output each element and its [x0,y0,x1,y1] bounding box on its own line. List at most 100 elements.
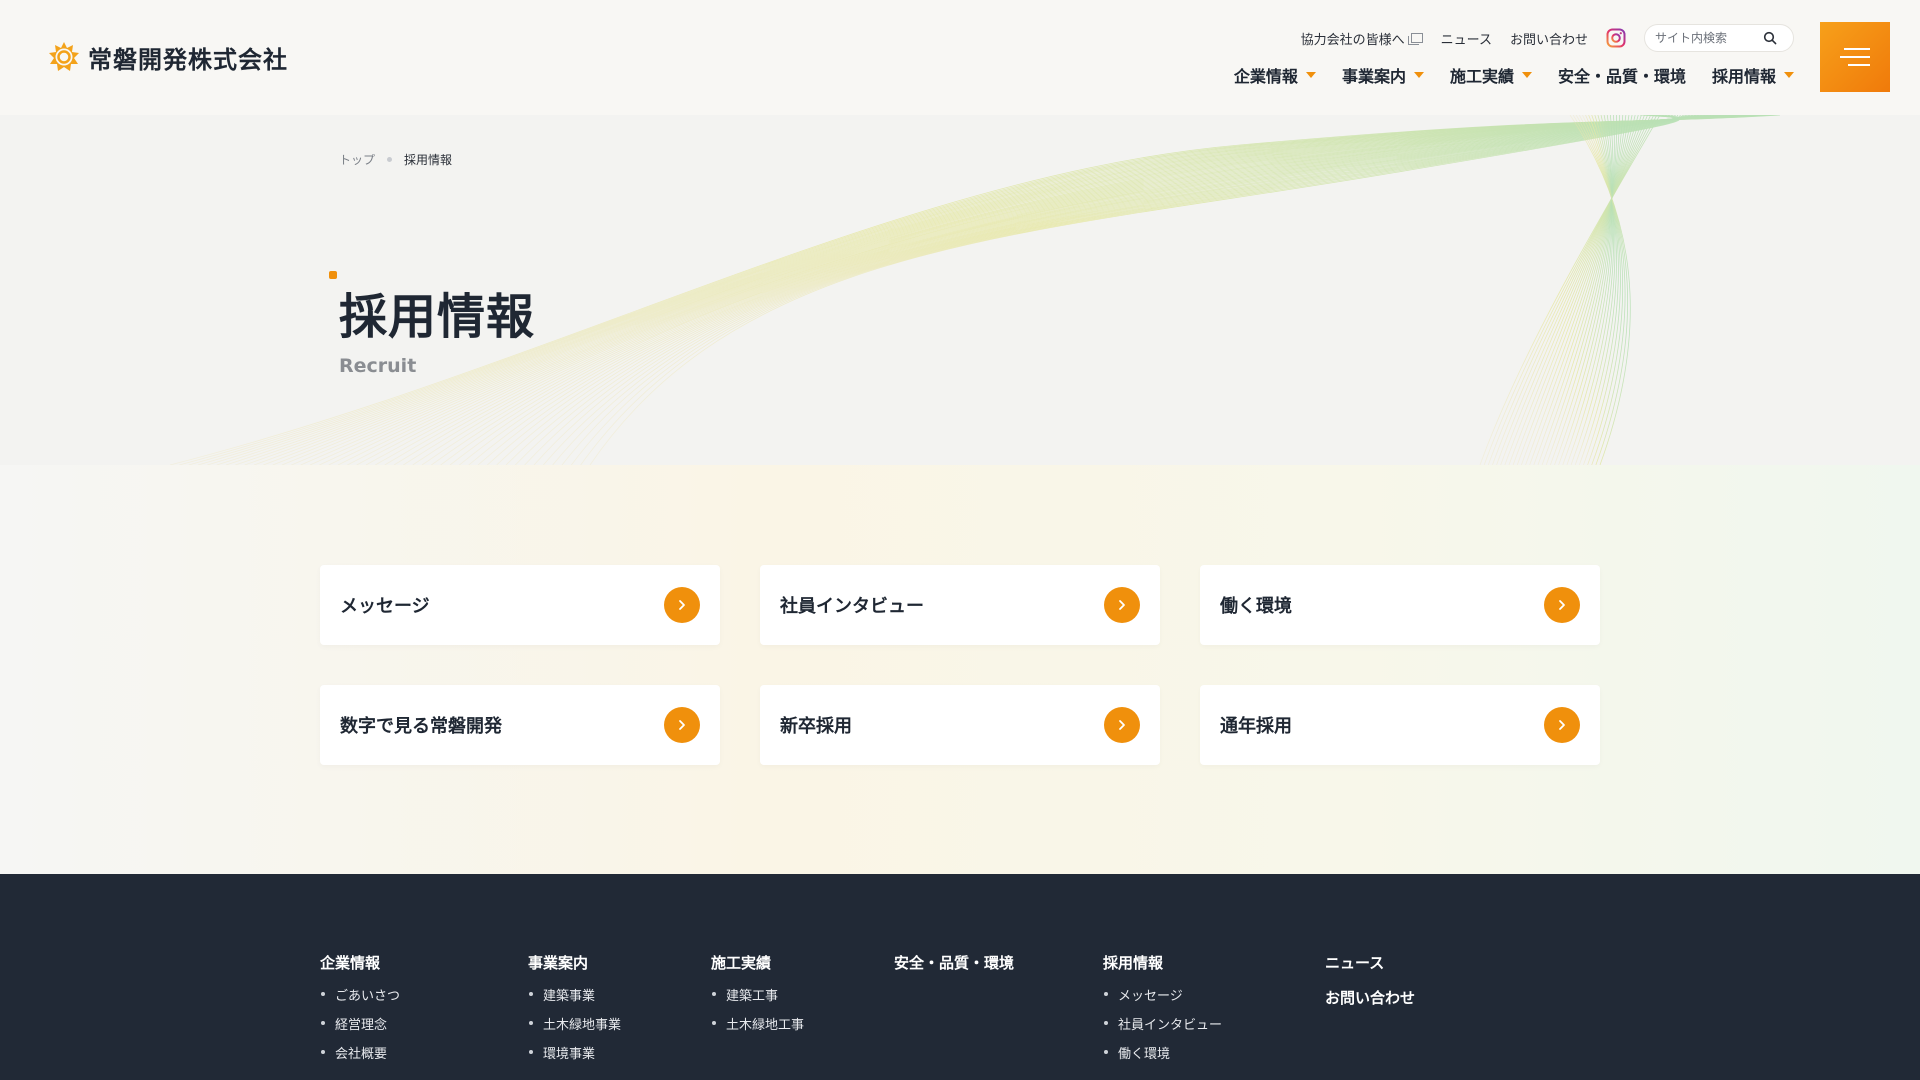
hero-wave-line [431,115,1693,465]
footer-link[interactable]: 会社概要 [320,1043,400,1062]
breadcrumb-home-link[interactable]: トップ [339,151,375,168]
footer-heading[interactable]: 採用情報 [1103,952,1222,973]
external-window-icon [1407,33,1423,45]
footer-list: ごあいさつ 経営理念 会社概要 [320,985,400,1062]
hamburger-menu-button[interactable] [1820,22,1890,92]
title-accent-dot [329,271,337,279]
card-new-graduate[interactable]: 新卒採用 [760,685,1160,765]
partners-link[interactable]: 協力会社の皆様へ [1301,29,1423,48]
footer-link[interactable]: メッセージ [1103,985,1222,1004]
recruit-card-grid: メッセージ 社員インタビュー 働く環境 数字で見る常磐開発 新卒採用 通年採用 [320,565,1600,765]
nav-works-label: 施工実績 [1449,67,1514,86]
footer-link[interactable]: 環境事業 [528,1043,621,1062]
footer-list: メッセージ 社員インタビュー 働く環境 [1103,985,1222,1062]
footer-news-link[interactable]: ニュース [1325,952,1415,973]
utility-nav: 協力会社の皆様へ ニュース お問い合わせ [1301,24,1794,52]
hero-wave-line [403,115,1703,465]
instagram-icon [1606,28,1626,48]
hero-wave-line [468,115,1681,465]
nav-company[interactable]: 企業情報 [1234,63,1316,87]
card-label: メッセージ [340,596,430,617]
hamburger-line [1848,64,1870,66]
footer-contact-link[interactable]: お問い合わせ [1325,987,1415,1008]
caret-down-icon [1521,72,1532,78]
breadcrumb-current: 採用情報 [404,153,453,167]
caret-down-icon [1413,72,1424,78]
main-nav: 企業情報 事業案内 施工実績 安全・品質・環境 採用情報 [1234,62,1794,88]
hamburger-line [1840,56,1870,58]
card-label: 社員インタビュー [780,596,924,617]
site-logo[interactable]: 常磐開発株式会社 [48,38,288,76]
card-numbers[interactable]: 数字で見る常磐開発 [320,685,720,765]
card-environment[interactable]: 働く環境 [1200,565,1600,645]
card-label: 働く環境 [1220,596,1292,617]
breadcrumb-separator [387,157,393,162]
hamburger-line [1844,48,1870,50]
hero-wave-line [356,115,1718,465]
card-label: 新卒採用 [780,716,852,737]
hero-wave-line [496,115,1677,465]
footer-link[interactable]: 社員インタビュー [1103,1014,1222,1033]
nav-safety-label: 安全・品質・環境 [1557,67,1686,86]
nav-business[interactable]: 事業案内 [1342,63,1424,87]
site-header: 常磐開発株式会社 協力会社の皆様へ ニュース お問い合わせ サイト内検索 企業情… [0,0,1920,115]
contact-link[interactable]: お問い合わせ [1510,29,1588,48]
footer-list: 建築事業 土木緑地事業 環境事業 [528,985,621,1062]
card-year-round[interactable]: 通年採用 [1200,685,1600,765]
nav-safety[interactable]: 安全・品質・環境 [1558,63,1686,87]
card-message[interactable]: メッセージ [320,565,720,645]
logo-sun-icon [49,42,79,71]
page-subtitle: Recruit [339,355,417,377]
footer-heading[interactable]: 事業案内 [528,952,621,973]
search-input[interactable] [1655,31,1763,45]
hero-wave-line [347,115,1721,465]
nav-works[interactable]: 施工実績 [1450,63,1532,87]
footer-heading[interactable]: 企業情報 [320,952,400,973]
footer-heading[interactable]: 施工実績 [711,952,804,973]
hero-wave-line [412,115,1700,465]
nav-business-label: 事業案内 [1341,67,1406,86]
card-label: 通年採用 [1220,716,1292,737]
page-hero: トップ 採用情報 採用情報 Recruit [0,115,1920,465]
instagram-link[interactable] [1606,28,1626,48]
hero-wave-line [328,115,1728,465]
card-interview[interactable]: 社員インタビュー [760,565,1160,645]
page-title: 採用情報 [339,289,536,345]
chevron-right-icon [1104,707,1140,743]
footer-col-company: 企業情報 ごあいさつ 経営理念 会社概要 [320,952,400,1072]
footer-link[interactable]: 経営理念 [320,1014,400,1033]
nav-recruit-label: 採用情報 [1711,67,1776,86]
logo-text: 常磐開発株式会社 [88,45,288,74]
footer-heading[interactable]: 安全・品質・環境 [894,952,1014,973]
chevron-right-icon [664,707,700,743]
footer-link[interactable]: ごあいさつ [320,985,400,1004]
footer-link[interactable]: 建築工事 [711,985,804,1004]
footer-list: 建築工事 土木緑地工事 [711,985,804,1033]
nav-recruit[interactable]: 採用情報 [1712,63,1794,87]
hero-wave-line [1574,115,1617,465]
site-footer: 企業情報 ごあいさつ 経営理念 会社概要 事業案内 建築事業 土木緑地事業 環境… [0,874,1920,1080]
hero-wave-line [384,115,1709,465]
footer-col-misc: ニュース お問い合わせ [1325,952,1415,1022]
card-label: 数字で見る常磐開発 [340,716,502,737]
nav-company-label: 企業情報 [1233,67,1298,86]
footer-link[interactable]: 土木緑地事業 [528,1014,621,1033]
recruit-links-section: メッセージ 社員インタビュー 働く環境 数字で見る常磐開発 新卒採用 通年採用 [0,465,1920,874]
hero-wave-lines [169,115,1781,465]
footer-col-business: 事業案内 建築事業 土木緑地事業 環境事業 [528,952,621,1072]
search-icon[interactable] [1763,31,1777,45]
caret-down-icon [1784,72,1794,78]
hero-wave-line [337,115,1725,465]
hero-wave-line [440,115,1690,465]
hero-wave-line [477,115,1679,465]
footer-link[interactable]: 建築事業 [528,985,621,1004]
chevron-right-icon [1544,587,1580,623]
footer-col-safety: 安全・品質・環境 [894,952,1014,985]
news-link[interactable]: ニュース [1441,29,1492,48]
caret-down-icon [1305,72,1316,78]
site-search [1644,24,1794,52]
footer-link[interactable]: 働く環境 [1103,1043,1222,1062]
partners-link-label: 協力会社の皆様へ [1300,32,1405,48]
footer-col-works: 施工実績 建築工事 土木緑地工事 [711,952,804,1043]
footer-link[interactable]: 土木緑地工事 [711,1014,804,1033]
